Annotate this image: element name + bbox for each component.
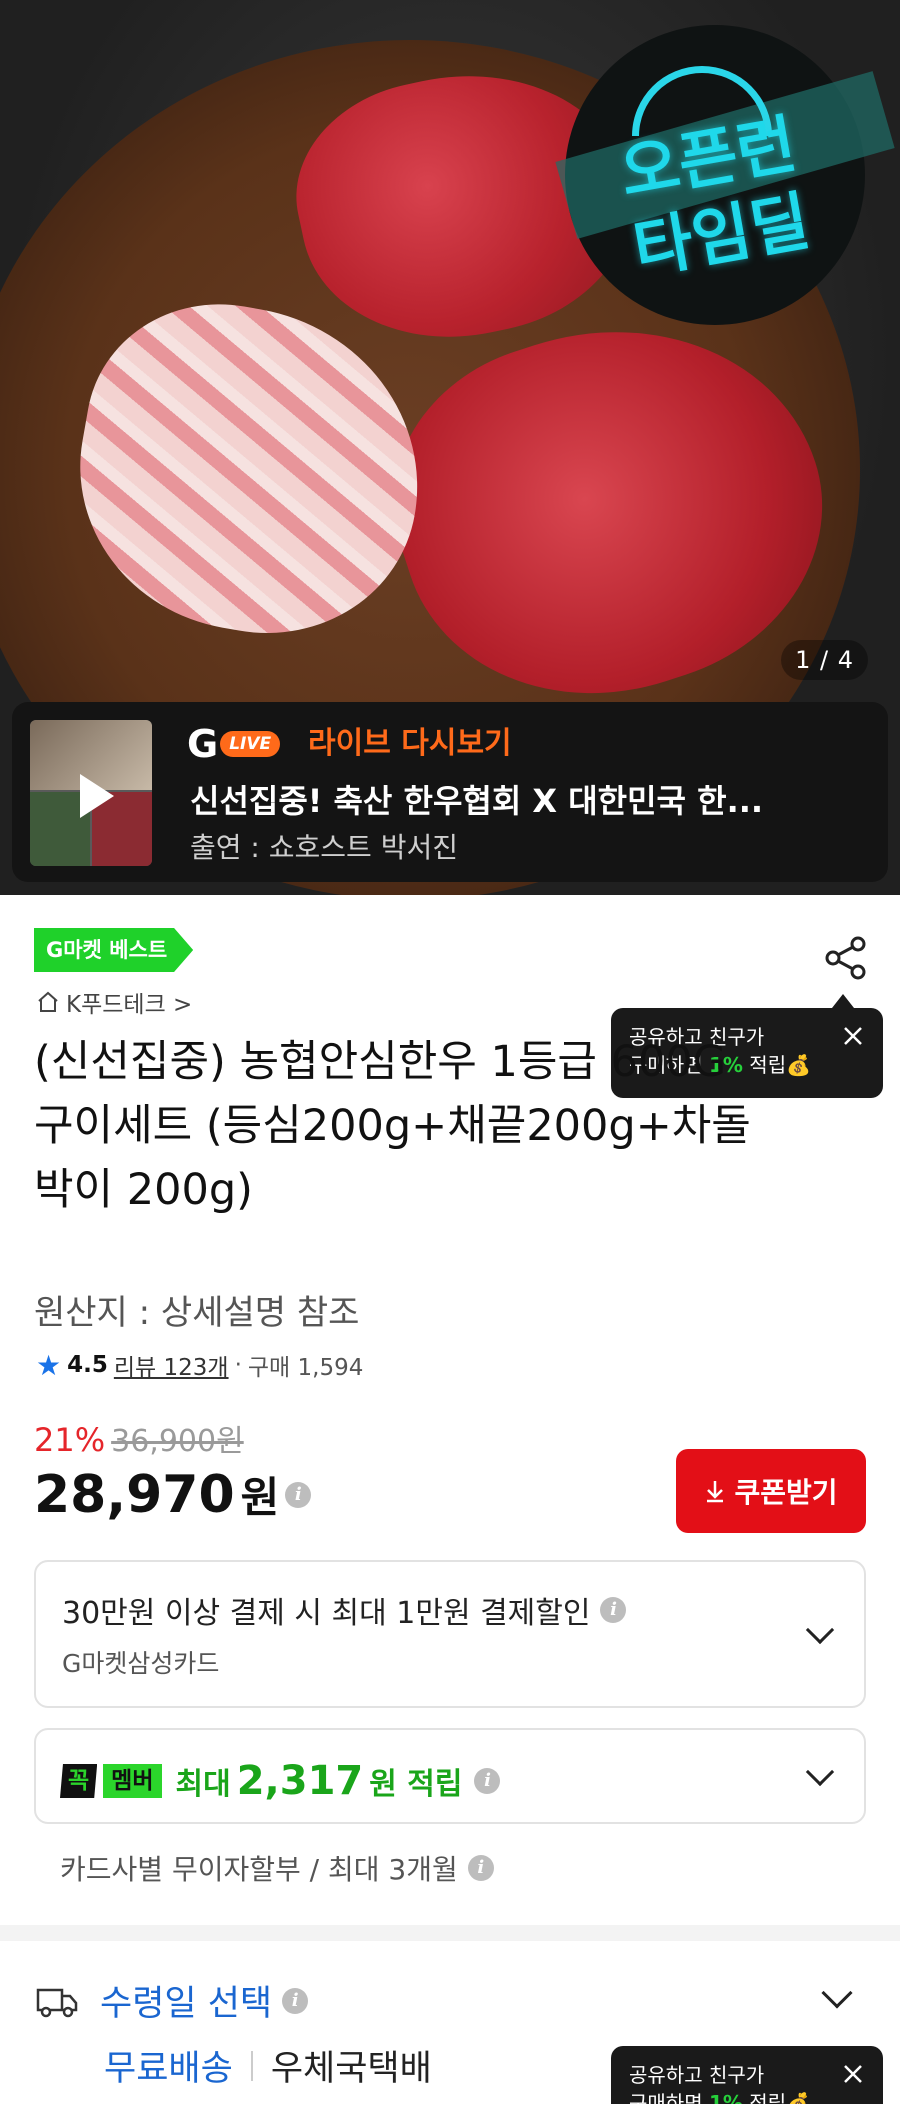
play-icon[interactable] <box>80 774 114 818</box>
image-counter: 1 / 4 <box>781 640 868 680</box>
payment-benefit-box[interactable]: 30만원 이상 결제 시 최대 1만원 결제할인 i G마켓삼성카드 <box>34 1560 866 1708</box>
tooltip-caret <box>832 994 854 1008</box>
star-icon: ★ <box>36 1348 62 1382</box>
truck-icon <box>36 1988 78 2017</box>
info-icon[interactable]: i <box>474 1768 501 1794</box>
membership-suffix: 원 적립 <box>369 1767 463 1802</box>
tooltip-line1: 공유하고 친구가 <box>629 2063 765 2087</box>
rating-score: 4.5 <box>67 1352 108 1378</box>
original-price: 36,900원 <box>111 1424 244 1459</box>
membership-amount: 2,317 <box>236 1758 364 1804</box>
member-badge: 멤버 <box>103 1764 162 1798</box>
tooltip-rate: 1% <box>708 2091 743 2104</box>
glive-logo-live: LIVE <box>220 731 281 757</box>
coupon-button[interactable]: 쿠폰받기 <box>676 1449 866 1533</box>
home-icon <box>38 991 58 1012</box>
glive-logo: G LIVE <box>187 722 281 766</box>
delivery-label-text: 수령일 선택 <box>100 1984 273 2024</box>
product-title: (신선집중) 농협안심한우 1등급 600G 구이세트 (등심200g+채끝20… <box>34 1037 751 1215</box>
payment-benefit-line: 30만원 이상 결제 시 최대 1만원 결제할인 i <box>62 1588 627 1632</box>
payment-benefit-text: 30만원 이상 결제 시 최대 1만원 결제할인 <box>62 1596 591 1631</box>
payment-card-name: G마켓삼성카드 <box>62 1649 220 1678</box>
kkok-badge: 꼭 <box>60 1764 98 1798</box>
download-icon <box>707 1481 724 1503</box>
live-thumbnail[interactable] <box>30 720 152 866</box>
discount-rate: 21% <box>34 1421 106 1459</box>
close-icon[interactable] <box>841 2062 865 2086</box>
live-replay-banner[interactable]: G LIVE 라이브 다시보기 신선집중! 축산 한우협회 X 대한민국 한..… <box>12 702 888 882</box>
price-row: 28,970 원 i <box>34 1464 312 1525</box>
chevron-down-icon[interactable] <box>821 1977 853 2009</box>
chevron-down-icon[interactable] <box>805 1615 835 1645</box>
live-cast: 출연 : 쇼호스트 박서진 <box>190 831 458 864</box>
membership-prefix: 최대 <box>175 1767 231 1802</box>
review-link[interactable]: 리뷰 123개 <box>114 1348 229 1382</box>
share-icon[interactable] <box>823 935 869 981</box>
delivery-label: 수령일 선택 i <box>100 1975 309 2026</box>
info-icon[interactable]: i <box>285 1481 312 1508</box>
tooltip-text: 적립💰 <box>742 2091 811 2104</box>
membership-row: 꼭 멤버 최대 2,317 원 적립 i <box>60 1758 501 1804</box>
product-image-carousel[interactable]: 오픈런 타임딜 1 / 4 G LIVE 라이브 다시보기 신선집중! 축산 한… <box>0 0 900 895</box>
close-icon[interactable] <box>841 1024 865 1048</box>
info-icon[interactable]: i <box>600 1597 627 1623</box>
shipping-row: 무료배송 우체국택배 <box>104 2040 432 2091</box>
membership-box[interactable]: 꼭 멤버 최대 2,317 원 적립 i <box>34 1728 866 1824</box>
discount-row: 21% 36,900원 <box>34 1416 244 1460</box>
sale-price: 28,970 <box>34 1464 235 1525</box>
divider <box>250 2050 253 2081</box>
store-link[interactable]: K푸드테크 > <box>36 985 192 1019</box>
rating-row: ★ 4.5 리뷰 123개 · 구매 1,594 <box>36 1348 363 1382</box>
carrier: 우체국택배 <box>270 2049 432 2089</box>
rating-separator: · <box>234 1352 242 1378</box>
info-icon[interactable]: i <box>282 1987 309 2014</box>
installment-text: 카드사별 무이자할부 / 최대 3개월 <box>60 1853 458 1886</box>
free-shipping: 무료배송 <box>104 2049 233 2089</box>
info-icon[interactable]: i <box>467 1855 494 1881</box>
store-name: K푸드테크 > <box>66 992 193 1018</box>
product-origin: 원산지 : 상세설명 참조 <box>34 1293 360 1333</box>
tooltip-line2: 구매하면 1% 적립💰 <box>629 2089 865 2104</box>
installment-info: 카드사별 무이자할부 / 최대 3개월 i <box>60 1848 494 1888</box>
currency: 원 <box>240 1473 280 1522</box>
section-divider <box>0 1925 900 1941</box>
purchase-count: 구매 1,594 <box>247 1355 364 1381</box>
share-tooltip-duplicate: 공유하고 친구가 구매하면 1% 적립💰 <box>611 2046 883 2104</box>
gmarket-best-badge: G마켓 베스트 <box>34 928 194 972</box>
tooltip-text: 구매하면 <box>629 2091 709 2104</box>
live-title[interactable]: 신선집중! 축산 한우협회 X 대한민국 한... <box>190 776 870 822</box>
glive-logo-g: G <box>187 722 219 766</box>
chevron-down-icon[interactable] <box>805 1757 835 1787</box>
live-replay-label: 라이브 다시보기 <box>308 726 512 761</box>
coupon-button-label: 쿠폰받기 <box>734 1476 838 1509</box>
delivery-date-selector[interactable]: 수령일 선택 i <box>36 1975 309 2026</box>
